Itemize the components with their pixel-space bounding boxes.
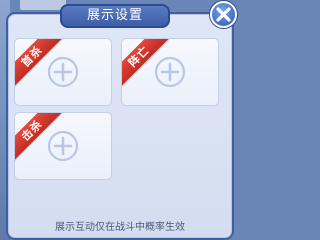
plus-icon [47, 130, 79, 162]
close-button[interactable] [210, 1, 237, 28]
slot-first-kill[interactable]: 首杀 [14, 38, 112, 106]
footer-note: 展示互动仅在战斗中概率生效 [55, 222, 185, 233]
plus-icon [47, 56, 79, 88]
background-label [20, 0, 66, 10]
popup-screen: 展示设置 首杀 阵亡 击杀 展示互动仅在战斗中概率生效 [0, 0, 243, 240]
slot-death[interactable]: 阵亡 [121, 38, 219, 106]
dialog-title: 展示设置 [60, 4, 170, 28]
slot-kill[interactable]: 击杀 [14, 112, 112, 180]
close-icon [216, 7, 231, 22]
plus-icon [154, 56, 186, 88]
